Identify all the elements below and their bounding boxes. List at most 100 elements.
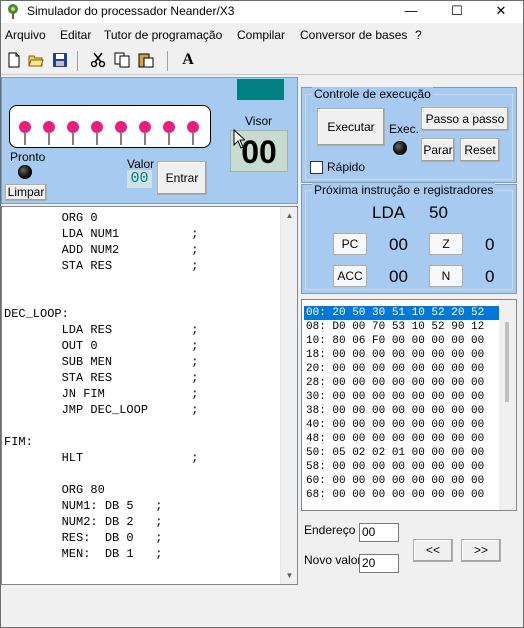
memory-row[interactable]: 48: 00 00 00 00 00 00 00 00: [304, 432, 500, 446]
code-line[interactable]: STA RES ;: [4, 370, 199, 386]
reset-button[interactable]: Reset: [460, 138, 500, 162]
valor-input[interactable]: 00: [127, 170, 152, 188]
memory-row[interactable]: 68: 00 00 00 00 00 00 00 00: [304, 488, 500, 502]
app-icon: [8, 4, 18, 19]
scroll-down-icon[interactable]: ▼: [281, 567, 297, 584]
memory-row[interactable]: 40: 00 00 00 00 00 00 00 00: [304, 418, 500, 432]
font-button[interactable]: A: [177, 49, 199, 71]
prev-button[interactable]: <<: [413, 539, 453, 562]
acc-value: 00: [389, 267, 408, 286]
code-line[interactable]: MEN: DB 1 ;: [4, 546, 163, 562]
led-icon: [19, 121, 31, 145]
z-value: 0: [485, 235, 495, 254]
executar-button[interactable]: Executar: [317, 108, 385, 146]
memory-row[interactable]: 60: 00 00 00 00 00 00 00 00: [304, 474, 500, 488]
paste-button[interactable]: [135, 49, 157, 71]
pc-value: 00: [389, 235, 408, 254]
new-file-button[interactable]: [3, 49, 25, 71]
z-button[interactable]: Z: [429, 233, 463, 255]
memory-list[interactable]: 00: 20 50 30 51 10 52 20 52 08: D0 00 70…: [301, 299, 517, 511]
code-line[interactable]: ORG 0: [4, 210, 98, 226]
memory-row[interactable]: 18: 00 00 00 00 00 00 00 00: [304, 348, 500, 362]
maximize-button[interactable]: ☐: [435, 1, 479, 23]
led-icon: [43, 121, 55, 145]
cut-button[interactable]: [87, 49, 109, 71]
menu-help[interactable]: ?: [415, 28, 422, 42]
status-bar: [1, 587, 523, 627]
novo-valor-input[interactable]: 20: [359, 554, 399, 573]
code-line[interactable]: DEC_LOOP:: [4, 306, 69, 322]
entrar-button[interactable]: Entrar: [157, 161, 207, 195]
memory-row[interactable]: 20: 00 00 00 00 00 00 00 00: [304, 362, 500, 376]
copy-button[interactable]: [111, 49, 133, 71]
minimize-button[interactable]: —: [389, 1, 433, 23]
close-button[interactable]: ✕: [479, 1, 523, 23]
led-icon: [91, 121, 103, 145]
save-icon: [53, 53, 67, 67]
memory-row[interactable]: 28: 00 00 00 00 00 00 00 00: [304, 376, 500, 390]
code-line[interactable]: FIM:: [4, 434, 33, 450]
save-button[interactable]: [49, 49, 71, 71]
led-icon: [139, 121, 151, 145]
menu-tutor[interactable]: Tutor de programação: [104, 28, 222, 42]
memory-row[interactable]: 30: 00 00 00 00 00 00 00 00: [304, 390, 500, 404]
code-line[interactable]: ADD NUM2 ;: [4, 242, 199, 258]
memory-row[interactable]: 38: 00 00 00 00 00 00 00 00: [304, 404, 500, 418]
led-display: [9, 105, 211, 148]
menu-bar: Arquivo Editar Tutor de programação Comp…: [1, 26, 523, 46]
code-line[interactable]: RES: DB 0 ;: [4, 530, 163, 546]
code-line[interactable]: SUB MEN ;: [4, 354, 199, 370]
acc-button[interactable]: ACC: [333, 265, 367, 287]
code-line[interactable]: ORG 80: [4, 482, 105, 498]
copy-icon: [114, 52, 130, 68]
menu-arquivo[interactable]: Arquivo: [5, 28, 46, 42]
led-icon: [187, 121, 199, 145]
code-line[interactable]: OUT 0 ;: [4, 338, 199, 354]
toolbar-separator: [167, 51, 168, 71]
paste-icon: [138, 53, 154, 68]
code-line[interactable]: JN FIM ;: [4, 386, 199, 402]
menu-editar[interactable]: Editar: [60, 28, 91, 42]
memory-scrollbar[interactable]: [499, 300, 516, 510]
control-title: Controle de execução: [312, 87, 433, 101]
next-instruction: LDA: [372, 203, 406, 222]
memory-row[interactable]: 58: 00 00 00 00 00 00 00 00: [304, 460, 500, 474]
code-line[interactable]: HLT ;: [4, 450, 199, 466]
memory-row[interactable]: 10: 80 06 F0 00 00 00 00 00: [304, 334, 500, 348]
endereco-input[interactable]: 00: [359, 523, 399, 542]
pronto-lamp-icon: [18, 165, 32, 179]
parar-button[interactable]: Parar: [421, 138, 455, 162]
limpar-button[interactable]: Limpar: [5, 184, 47, 201]
code-editor[interactable]: ORG 0 LDA NUM1 ; ADD NUM2 ; STA RES ; DE…: [1, 206, 298, 585]
cut-icon: [90, 52, 106, 68]
new-file-icon: [8, 52, 20, 68]
teal-indicator: [237, 79, 284, 100]
rapido-checkbox[interactable]: [310, 161, 323, 174]
code-line[interactable]: LDA RES ;: [4, 322, 199, 338]
menu-compilar[interactable]: Compilar: [237, 28, 285, 42]
app-window: Simulador do processador Neander/X3 — ☐ …: [0, 0, 524, 628]
menu-conversor[interactable]: Conversor de bases: [300, 28, 407, 42]
memory-edit-panel: Endereço 00 Novo valor 20 << >>: [301, 513, 517, 585]
memory-row[interactable]: 08: D0 00 70 53 10 52 90 12: [304, 320, 500, 334]
led-icon: [115, 121, 127, 145]
control-panel: Controle de execução Executar Passo a pa…: [301, 87, 517, 183]
scroll-up-icon[interactable]: ▲: [281, 207, 297, 224]
code-line[interactable]: JMP DEC_LOOP ;: [4, 402, 199, 418]
code-line[interactable]: NUM1: DB 5 ;: [4, 498, 163, 514]
n-button[interactable]: N: [429, 265, 463, 287]
next-button[interactable]: >>: [461, 539, 501, 562]
editor-scrollbar[interactable]: ▲ ▼: [280, 207, 297, 584]
novo-valor-label: Novo valor: [304, 553, 362, 567]
registers-panel: Próxima instrução e registradores LDA 50…: [301, 183, 517, 294]
code-line[interactable]: NUM2: DB 2 ;: [4, 514, 163, 530]
open-button[interactable]: [25, 49, 47, 71]
code-line[interactable]: STA RES ;: [4, 258, 199, 274]
memory-row[interactable]: 00: 20 50 30 51 10 52 20 52: [304, 306, 500, 320]
passo-a-passo-button[interactable]: Passo a passo: [421, 107, 509, 131]
memory-scroll-thumb[interactable]: [505, 322, 509, 402]
pc-button[interactable]: PC: [333, 233, 367, 255]
memory-row[interactable]: 50: 05 02 02 01 00 00 00 00: [304, 446, 500, 460]
code-line[interactable]: LDA NUM1 ;: [4, 226, 199, 242]
toolbar: A: [1, 47, 523, 75]
